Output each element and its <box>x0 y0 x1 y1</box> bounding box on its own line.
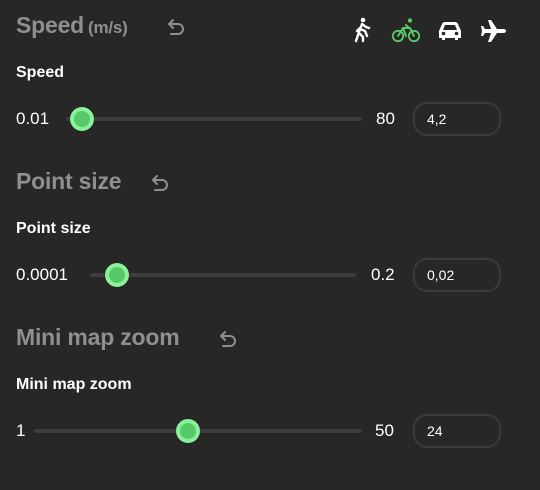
mini-map-zoom-label: Mini map zoom <box>16 376 132 393</box>
bicycle-icon <box>391 18 421 43</box>
point-size-section-title: Point size <box>16 168 122 194</box>
point-size-max-value: 0.2 <box>371 265 395 284</box>
mini-map-zoom-min-value: 1 <box>16 421 26 440</box>
mini-map-zoom-value-input[interactable] <box>413 414 501 448</box>
point-size-slider-track[interactable] <box>90 273 356 277</box>
speed-value-input[interactable] <box>413 102 501 136</box>
speed-min-value: 0.01 <box>16 109 50 128</box>
point-size-label: Point size <box>16 220 91 237</box>
point-size-reset-button[interactable] <box>148 174 170 196</box>
speed-label: Speed <box>16 64 65 81</box>
walking-person-icon <box>354 17 371 43</box>
speed-unit: (m/s) <box>88 18 128 37</box>
speed-slider-thumb[interactable] <box>69 107 94 131</box>
point-size-slider-thumb[interactable] <box>104 263 129 287</box>
point-size-min-value: 0.0001 <box>16 265 68 284</box>
mini-map-zoom-slider-thumb[interactable] <box>175 419 200 443</box>
walk-mode-button[interactable] <box>348 17 376 43</box>
car-icon <box>439 22 461 40</box>
mini-map-zoom-section: Mini map zoom Mini map zoom 1 50 <box>0 324 540 474</box>
plane-mode-button[interactable] <box>480 18 508 44</box>
airplane-icon <box>481 20 506 42</box>
undo-icon <box>152 175 168 191</box>
undo-icon <box>168 19 184 35</box>
speed-reset-button[interactable] <box>164 18 186 40</box>
speed-section-title: Speed (m/s) <box>16 12 128 38</box>
speed-section: Speed (m/s) Speed 0.01 80 4,2 <box>0 12 540 162</box>
mini-map-zoom-section-title: Mini map zoom <box>16 324 180 350</box>
mini-map-zoom-reset-button[interactable] <box>216 330 238 352</box>
speed-slider-track[interactable] <box>66 117 362 121</box>
undo-icon <box>220 331 236 347</box>
point-size-value-input[interactable] <box>413 258 501 292</box>
bike-mode-button[interactable] <box>391 17 421 43</box>
point-size-section: Point size Point size 0.0001 0.2 <box>0 168 540 318</box>
speed-max-value: 80 <box>376 109 395 128</box>
car-mode-button[interactable] <box>436 18 464 44</box>
mini-map-zoom-max-value: 50 <box>375 421 394 440</box>
